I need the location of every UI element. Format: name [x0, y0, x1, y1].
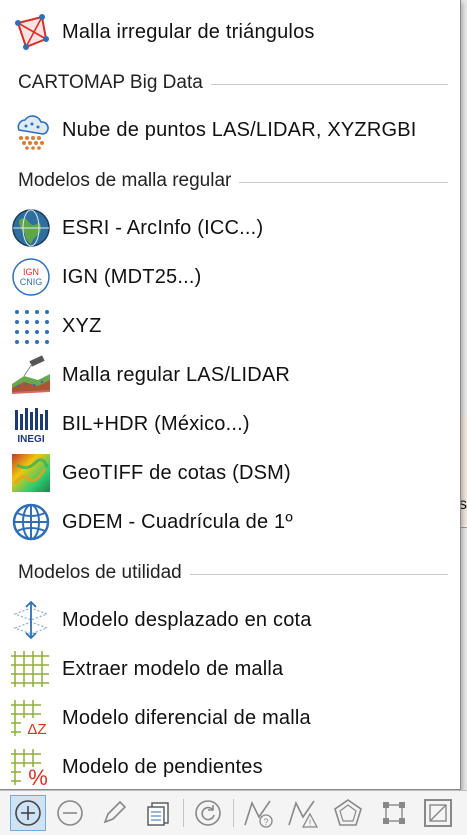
menu-item-label: Extraer modelo de malla [62, 657, 284, 680]
polygon-icon[interactable] [330, 795, 366, 831]
ign-cnig-logo-icon: IGN CNIG [10, 256, 52, 298]
menu-item-gdem[interactable]: GDEM - Cuadrícula de 1º [0, 498, 458, 546]
section-title: Modelos de malla regular [18, 170, 240, 192]
menu-item-label: Modelo de pendientes [62, 755, 263, 778]
inegi-logo-icon: INEGI [10, 403, 52, 445]
vertex-select-icon[interactable] [376, 795, 412, 831]
refresh-icon[interactable] [190, 795, 226, 831]
menu-item-label: Malla irregular de triángulos [62, 20, 315, 43]
svg-text:CNIG: CNIG [20, 277, 43, 287]
remove-icon[interactable] [52, 795, 88, 831]
menu-item-label: Nube de puntos LAS/LIDAR, XYZRGBI [62, 118, 417, 141]
section-header-regular-mesh: Modelos de malla regular [0, 164, 458, 198]
menu-item-label: GDEM - Cuadrícula de 1º [62, 510, 293, 533]
menu-item-label: GeoTIFF de cotas (DSM) [62, 461, 291, 484]
menu-item-irregular-mesh[interactable]: Malla irregular de triángulos [0, 8, 458, 56]
frame-icon[interactable] [420, 795, 456, 831]
menu-item-extract-mesh[interactable]: Extraer modelo de malla [0, 645, 458, 693]
menu-item-point-cloud[interactable]: Nube de puntos LAS/LIDAR, XYZRGBI [0, 106, 458, 154]
svg-text:IGN: IGN [23, 267, 39, 277]
satellite-terrain-icon [10, 354, 52, 396]
menu-item-geotiff[interactable]: GeoTIFF de cotas (DSM) [0, 449, 458, 497]
grid-percent-icon: % [10, 746, 52, 788]
dot-grid-icon [10, 305, 52, 347]
menu-item-slope-model[interactable]: % Modelo de pendientes [0, 743, 458, 791]
menu-item-xyz[interactable]: XYZ [0, 302, 458, 350]
svg-text:ΔZ: ΔZ [27, 721, 46, 738]
point-cloud-icon [10, 109, 52, 151]
menu-item-label: IGN (MDT25...) [62, 265, 202, 288]
section-title: CARTOMAP Big Data [18, 72, 211, 94]
section-header-cartomap: CARTOMAP Big Data [0, 66, 458, 100]
menu-item-label: Modelo desplazado en cota [62, 608, 312, 631]
grid-delta-z-icon: ΔZ [10, 697, 52, 739]
globe-icon [10, 207, 52, 249]
document-list-icon[interactable] [140, 795, 176, 831]
menu-item-ign[interactable]: IGN CNIG IGN (MDT25...) [0, 253, 458, 301]
bottom-toolbar: ? ! [0, 790, 467, 835]
menu-item-label: ESRI - ArcInfo (ICC...) [62, 216, 264, 239]
menu-item-label: Malla regular LAS/LIDAR [62, 363, 291, 386]
toolbar-divider [233, 799, 234, 827]
menu-item-differential-mesh[interactable]: ΔZ Modelo diferencial de malla [0, 694, 458, 742]
svg-text:%: % [28, 765, 48, 787]
vertical-shift-icon [10, 599, 52, 641]
pencil-icon[interactable] [96, 795, 132, 831]
section-header-utility-models: Modelos de utilidad [0, 556, 458, 590]
menu-item-label: XYZ [62, 314, 102, 337]
add-icon[interactable] [10, 795, 46, 831]
polyline-warning-icon[interactable]: ! [284, 795, 320, 831]
menu-item-label: Modelo diferencial de malla [62, 706, 311, 729]
menu-item-las-lidar-grid[interactable]: Malla regular LAS/LIDAR [0, 351, 458, 399]
triangle-mesh-icon [10, 11, 52, 53]
world-grid-icon [10, 501, 52, 543]
svg-text:!: ! [309, 818, 312, 828]
dropdown-menu: Malla irregular de triángulos CARTOMAP B… [0, 0, 461, 790]
polyline-info-icon[interactable]: ? [240, 795, 276, 831]
menu-item-label: BIL+HDR (México...) [62, 412, 250, 435]
section-title: Modelos de utilidad [18, 562, 190, 584]
svg-text:INEGI: INEGI [17, 434, 44, 444]
menu-item-bil-hdr[interactable]: INEGI BIL+HDR (México...) [0, 400, 458, 448]
toolbar-divider [183, 799, 184, 827]
grid-extract-icon [10, 648, 52, 690]
svg-text:?: ? [263, 817, 268, 827]
elevation-map-icon [10, 452, 52, 494]
menu-item-esri[interactable]: ESRI - ArcInfo (ICC...) [0, 204, 458, 252]
menu-item-shifted-model[interactable]: Modelo desplazado en cota [0, 596, 458, 644]
